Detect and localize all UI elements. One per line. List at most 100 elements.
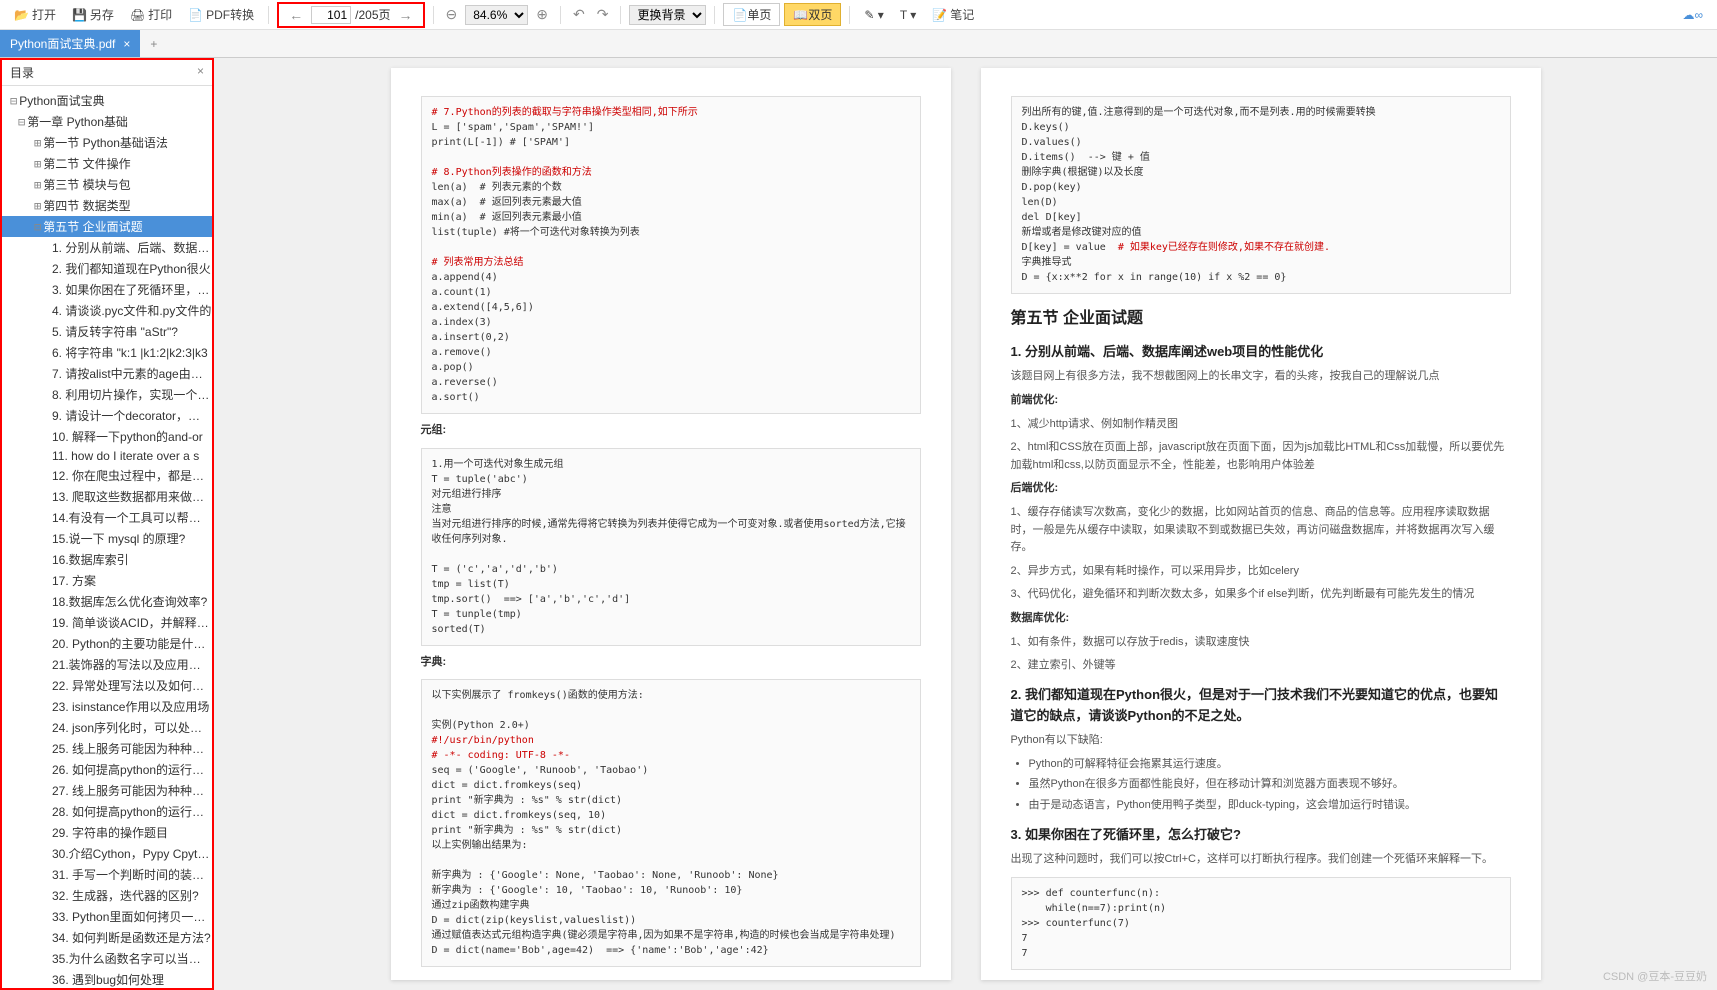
tree-item[interactable]: 1. 分别从前端、后端、数据库... [2, 237, 212, 258]
tree-item[interactable]: 8. 利用切片操作，实现一个trim [2, 384, 212, 405]
tab-bar: Python面试宝典.pdf × + [0, 30, 1717, 58]
divider [620, 6, 621, 24]
page-input[interactable] [311, 6, 351, 24]
tree-item[interactable]: 24. json序列化时，可以处理的 [2, 717, 212, 738]
outline-tree: ⊟Python面试宝典 ⊟第一章 Python基础 ⊞第一节 Python基础语… [2, 86, 212, 988]
tree-item[interactable]: 10. 解释一下python的and-or [2, 426, 212, 447]
tree-item[interactable]: 27. 线上服务可能因为种种原因 [2, 780, 212, 801]
tab-title: Python面试宝典.pdf [10, 35, 115, 52]
code-block: 以下实例展示了 fromkeys()函数的使用方法: 实例(Python 2.0… [421, 679, 921, 967]
paragraph: 2、html和CSS放在页面上部，javascript放在页面下面，因为js加载… [1011, 439, 1511, 474]
text-tool-button[interactable]: T ▾ [894, 6, 922, 24]
tree-item[interactable]: 21.装饰器的写法以及应用场景 [2, 654, 212, 675]
paragraph: 1、减少http请求、例如制作精灵图 [1011, 416, 1511, 434]
tree-item[interactable]: 31. 手写一个判断时间的装饰器 [2, 864, 212, 885]
divider [560, 6, 561, 24]
tree-item[interactable]: 15.说一下 mysql 的原理? [2, 528, 212, 549]
prev-page-button[interactable]: ← [285, 7, 307, 23]
sidebar-title: 目录 [10, 64, 34, 81]
watermark: CSDN @豆本-豆豆奶 [1603, 968, 1707, 984]
code-block: # 7.Python的列表的截取与字符串操作类型相同,如下所示 L = ['sp… [421, 96, 921, 414]
tree-section[interactable]: ⊞第四节 数据类型 [2, 195, 212, 216]
tree-item[interactable]: 33. Python里面如何拷贝一个对 [2, 906, 212, 927]
tree-item[interactable]: 13. 爬取这些数据都用来做什么 [2, 486, 212, 507]
divider [433, 6, 434, 24]
paragraph: 1、缓存存储读写次数高，变化少的数据，比如网站首页的信息、商品的信息等。应用程序… [1011, 504, 1511, 557]
single-page-button[interactable]: 📄单页 [723, 3, 780, 26]
cloud-icon[interactable]: ☁∞ [1676, 6, 1709, 24]
tree-item[interactable]: 22. 异常处理写法以及如何主动 [2, 675, 212, 696]
tree-item[interactable]: 25. 线上服务可能因为种种原因 [2, 738, 212, 759]
tree-item[interactable]: 23. isinstance作用以及应用场 [2, 696, 212, 717]
rotate-right-button[interactable]: ↷ [593, 6, 613, 23]
close-sidebar-button[interactable]: × [197, 64, 204, 81]
tree-item[interactable]: 19. 简单谈谈ACID，并解释每一 [2, 612, 212, 633]
double-page-button[interactable]: 📖双页 [784, 3, 841, 26]
tree-item[interactable]: 4. 请谈谈.pyc文件和.py文件的 [2, 300, 212, 321]
question-2-heading: 2. 我们都知道现在Python很火，但是对于一门技术我们不光要知道它的优点，也… [1011, 685, 1511, 727]
tree-item[interactable]: 2. 我们都知道现在Python很火 [2, 258, 212, 279]
tree-item[interactable]: 16.数据库索引 [2, 549, 212, 570]
tree-item[interactable]: 26. 如何提高python的运行效率 [2, 759, 212, 780]
tuple-heading: 元组: [421, 424, 447, 436]
tree-item[interactable]: 18.数据库怎么优化查询效率? [2, 591, 212, 612]
list-item: 虽然Python在很多方面都性能良好，但在移动计算和浏览器方面表现不够好。 [1029, 776, 1511, 794]
tree-item[interactable]: 12. 你在爬虫过程中，都是怎么 [2, 465, 212, 486]
tree-item[interactable]: 20. Python的主要功能是什么? [2, 633, 212, 654]
page-nav-box: ← /205页 → [277, 2, 424, 28]
tree-item[interactable]: 7. 请按alist中元素的age由大到 [2, 363, 212, 384]
tree-item[interactable]: 3. 如果你困在了死循环里，怎么 [2, 279, 212, 300]
divider [714, 6, 715, 24]
tree-root[interactable]: ⊟Python面试宝典 [2, 90, 212, 111]
close-tab-button[interactable]: × [123, 37, 130, 51]
add-tab-button[interactable]: + [140, 37, 167, 51]
tree-item[interactable]: 29. 字符串的操作题目 [2, 822, 212, 843]
background-select[interactable]: 更换背景 [629, 5, 706, 25]
bullet-list: Python的可解释特征会拖累其运行速度。 虽然Python在很多方面都性能良好… [1029, 756, 1511, 815]
paragraph: 2、异步方式，如果有耗时操作，可以采用异步，比如celery [1011, 563, 1511, 581]
tree-item[interactable]: 30.介绍Cython，Pypy Cpython [2, 843, 212, 864]
question-1-heading: 1. 分别从前端、后端、数据库阐述web项目的性能优化 [1011, 342, 1511, 363]
note-button[interactable]: 📝 笔记 [926, 4, 980, 25]
tree-item[interactable]: 6. 将字符串 "k:1 |k1:2|k2:3|k3 [2, 342, 212, 363]
tree-section[interactable]: ⊞第二节 文件操作 [2, 153, 212, 174]
outline-sidebar: 目录 × ⊟Python面试宝典 ⊟第一章 Python基础 ⊞第一节 Pyth… [0, 58, 214, 990]
document-content[interactable]: # 7.Python的列表的截取与字符串操作类型相同,如下所示 L = ['sp… [214, 58, 1717, 990]
open-button[interactable]: 📂 打开 [8, 4, 62, 25]
zoom-out-button[interactable]: ⊖ [442, 6, 462, 23]
subheading: 后端优化: [1011, 482, 1059, 494]
zoom-select[interactable]: 84.6% [465, 5, 528, 25]
list-item: Python的可解释特征会拖累其运行速度。 [1029, 756, 1511, 774]
tree-item[interactable]: 28. 如何提高python的运行效率 [2, 801, 212, 822]
pdf-convert-button[interactable]: 📄 PDF转换 [182, 4, 260, 25]
rotate-left-button[interactable]: ↶ [569, 6, 589, 23]
dict-heading: 字典: [421, 656, 447, 668]
paragraph: 该题目网上有很多方法，我不想截图网上的长串文字，看的头疼，按我自己的理解说几点 [1011, 368, 1511, 386]
tree-item[interactable]: 17. 方案 [2, 570, 212, 591]
code-block: 1.用一个可迭代对象生成元组 T = tuple('abc') 对元组进行排序 … [421, 448, 921, 646]
tree-item[interactable]: 36. 遇到bug如何处理 [2, 969, 212, 988]
tree-item[interactable]: 35.为什么函数名字可以当做参 [2, 948, 212, 969]
zoom-in-button[interactable]: ⊕ [532, 6, 552, 23]
tree-item[interactable]: 9. 请设计一个decorator，它可 [2, 405, 212, 426]
print-button[interactable]: 🖨 打印 [124, 4, 178, 25]
subheading: 前端优化: [1011, 394, 1059, 406]
tree-section[interactable]: ⊞第一节 Python基础语法 [2, 132, 212, 153]
save-as-button[interactable]: 💾 另存 [66, 4, 120, 25]
active-tab[interactable]: Python面试宝典.pdf × [0, 30, 140, 57]
paragraph: Python有以下缺陷: [1011, 732, 1511, 750]
tree-section-selected[interactable]: ⊟第五节 企业面试题 [2, 216, 212, 237]
tree-item[interactable]: 11. how do I iterate over a s [2, 447, 212, 465]
tree-item[interactable]: 5. 请反转字符串 "aStr"? [2, 321, 212, 342]
highlight-button[interactable]: ✎ ▾ [858, 6, 889, 24]
paragraph: 出现了这种问题时，我们可以按Ctrl+C，这样可以打断执行程序。我们创建一个死循… [1011, 851, 1511, 869]
tree-section[interactable]: ⊞第三节 模块与包 [2, 174, 212, 195]
tree-item[interactable]: 34. 如何判断是函数还是方法? [2, 927, 212, 948]
list-item: 由于是动态语言，Python使用鸭子类型，即duck-typing，这会增加运行… [1029, 797, 1511, 815]
tree-chapter[interactable]: ⊟第一章 Python基础 [2, 111, 212, 132]
tree-item[interactable]: 32. 生成器，迭代器的区别? [2, 885, 212, 906]
page-right: 列出所有的键,值.注意得到的是一个可迭代对象,而不是列表.用的时候需要转换 D.… [981, 68, 1541, 980]
tree-item[interactable]: 14.有没有一个工具可以帮助查 [2, 507, 212, 528]
next-page-button[interactable]: → [395, 7, 417, 23]
code-block: >>> def counterfunc(n): while(n==7):prin… [1011, 877, 1511, 970]
